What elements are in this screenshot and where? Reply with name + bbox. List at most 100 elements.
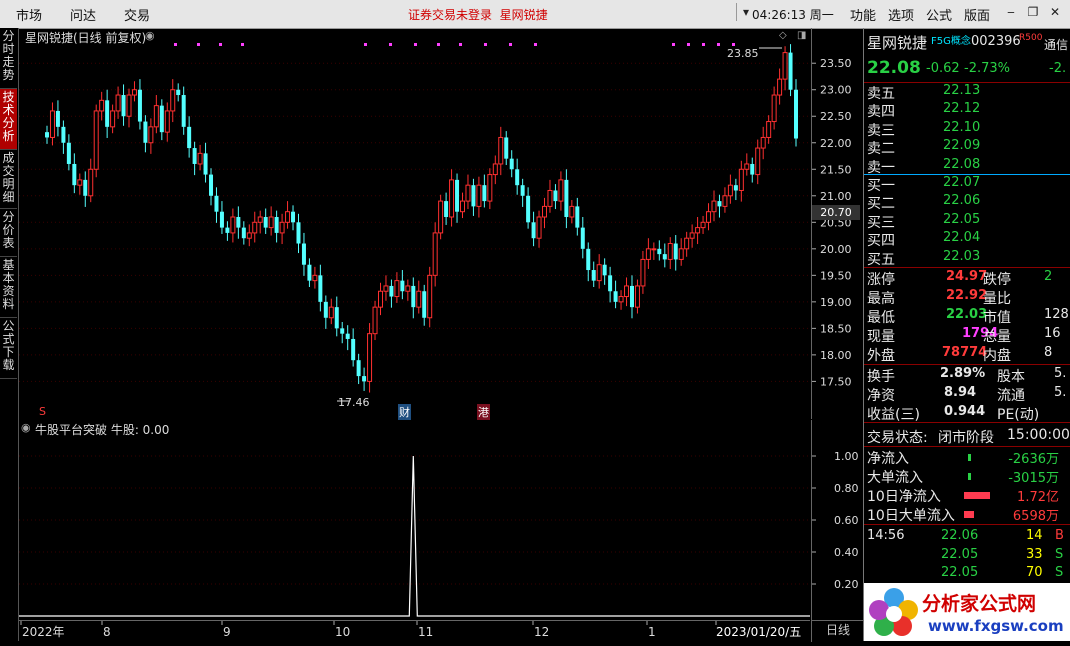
candle-body (307, 264, 312, 281)
candle-body (569, 205, 575, 218)
candle-body (695, 227, 701, 234)
restore-icon[interactable]: ❐ (1024, 3, 1042, 21)
period-label[interactable]: 日线 (811, 620, 864, 642)
candle-body (657, 248, 662, 255)
candle-body (164, 110, 170, 133)
menu-function[interactable]: 功能 (850, 5, 876, 24)
menu-layout[interactable]: 版面 (964, 5, 990, 24)
bid-price[interactable]: 22.03 (943, 249, 980, 264)
candle-body (285, 211, 291, 223)
minimize-icon[interactable]: ‒ (1002, 3, 1020, 21)
indicator-title: 牛股平台突破 牛股: 0.00 (35, 423, 170, 437)
stat2-value-2: 5. (1054, 385, 1067, 400)
signal-dot (702, 43, 705, 46)
candle-body (547, 189, 553, 207)
candle-body (618, 296, 624, 303)
hk-connect-marker[interactable]: 港 (477, 404, 490, 420)
candle-body (279, 221, 285, 234)
candle-body (263, 217, 268, 228)
kline-svg[interactable] (19, 28, 810, 419)
price-axis: 17.50 18.00 18.50 19.00 19.50 20.00 20.50 21.00… (811, 28, 864, 419)
candle-body (88, 168, 94, 197)
price-tick-label: 22.00 (820, 137, 852, 150)
tab-fundamentals[interactable]: 基本资料 (0, 257, 17, 318)
tab-price-table[interactable]: 分价表 (0, 209, 17, 257)
tab-technical-analysis[interactable]: 技术分析 (0, 89, 17, 150)
ask-price[interactable]: 22.08 (943, 157, 980, 172)
top-stock-name: 星网锐捷 (499, 8, 548, 22)
trade-status: 闭市阶段 (938, 430, 994, 446)
ask-price[interactable]: 22.10 (943, 120, 980, 135)
menu-wenda[interactable]: 问达 (70, 5, 96, 24)
menu-market[interactable]: 市场 (16, 5, 42, 24)
candle-body (192, 148, 197, 164)
r-badge: R500 (1019, 33, 1043, 43)
tab-formula-download[interactable]: 公式下载 (0, 318, 17, 379)
price-tick-label: 18.50 (820, 322, 852, 335)
indicator-chart[interactable]: ◉ 牛股平台突破 牛股: 0.00 (19, 420, 810, 620)
ask-price[interactable]: 22.09 (943, 138, 980, 153)
bid-price[interactable]: 22.07 (943, 175, 980, 190)
menu-options[interactable]: 选项 (888, 5, 914, 24)
tick-volume: 33 (1026, 546, 1043, 562)
bid-label: 买二 (867, 196, 895, 213)
trade-status-label: 交易状态: (867, 430, 928, 446)
candle-body (689, 232, 695, 239)
diamond-icon[interactable]: ◇ (779, 30, 787, 41)
tab-trade-details[interactable]: 成交明细 (0, 150, 17, 209)
chart-settings-icon[interactable]: ◉ (145, 29, 155, 42)
ask-price[interactable]: 22.13 (943, 83, 980, 98)
signal-dot (672, 43, 675, 46)
price-tick-label: 17.50 (820, 375, 852, 388)
stat-label-2: 总量 (983, 329, 1011, 345)
price-extra: -2. (1049, 61, 1067, 76)
login-status[interactable]: 证券交易未登录 星网锐捷 (408, 6, 548, 23)
candle-body (389, 285, 394, 297)
tab-intraday[interactable]: 分时走势 (0, 28, 17, 89)
menu-trade[interactable]: 交易 (124, 5, 150, 24)
stat-value-2: 128 (1044, 307, 1069, 322)
candle-body (482, 185, 487, 202)
candle-body (673, 243, 678, 260)
sector-tag[interactable]: 通信 (1044, 36, 1068, 53)
candle-body (460, 200, 466, 213)
candle-body (301, 243, 306, 265)
panel-toggle-icon[interactable]: ◨ (797, 30, 806, 41)
indicator-svg[interactable] (19, 420, 810, 620)
candle-body (471, 185, 476, 207)
quote-panel: 星网锐捷 F5G概念 002396 R500 通信 22.08 -0.62 -2… (863, 28, 1070, 641)
candle-body (170, 89, 176, 112)
bid-price[interactable]: 22.04 (943, 230, 980, 245)
price-axis-svg: 17.5018.0018.5019.0019.5020.0020.5021.00… (812, 57, 852, 388)
menu-formula[interactable]: 公式 (926, 5, 952, 24)
candle-body (564, 179, 569, 217)
candle-body (760, 136, 766, 149)
signal-dot (437, 43, 440, 46)
indicator-settings-icon[interactable]: ◉ (21, 421, 31, 434)
top-menu-bar: 市场 问达 交易 证券交易未登录 星网锐捷 ▾ 04:26:13 周一 功能 选… (0, 0, 1070, 29)
candle-body (334, 307, 339, 329)
indicator-line (19, 455, 810, 617)
price-tick-label: 19.00 (820, 296, 852, 309)
tick-side: B (1055, 528, 1064, 543)
financial-report-marker[interactable]: 财 (398, 404, 411, 420)
kline-chart[interactable]: 星网锐捷(日线 前复权) ◉ ◇ ◨ 23.85 17.46 S 财 港 (19, 28, 810, 420)
stat-label: 最低 (867, 310, 895, 326)
candle-body (744, 163, 750, 170)
dividend-marker[interactable]: S (39, 405, 46, 418)
candle-body (377, 290, 383, 308)
flow-label: 10日净流入 (867, 489, 941, 505)
concept-tag[interactable]: F5G概念 (931, 32, 971, 47)
date-axis-svg: 2022年 8 9 10 11 12 1 2023/01/20/五 (20, 621, 801, 639)
candle-body (558, 179, 564, 202)
close-icon[interactable]: ✕ (1046, 3, 1064, 21)
candle-body (219, 211, 224, 228)
candle-body (99, 99, 105, 112)
candle-body (241, 227, 246, 239)
bid-price[interactable]: 22.05 (943, 212, 980, 227)
bid-price[interactable]: 22.06 (943, 193, 980, 208)
stat-label: 涨停 (867, 272, 895, 288)
candle-body (236, 217, 241, 228)
ask-price[interactable]: 22.12 (943, 101, 980, 116)
flower-logo-icon (869, 588, 918, 636)
